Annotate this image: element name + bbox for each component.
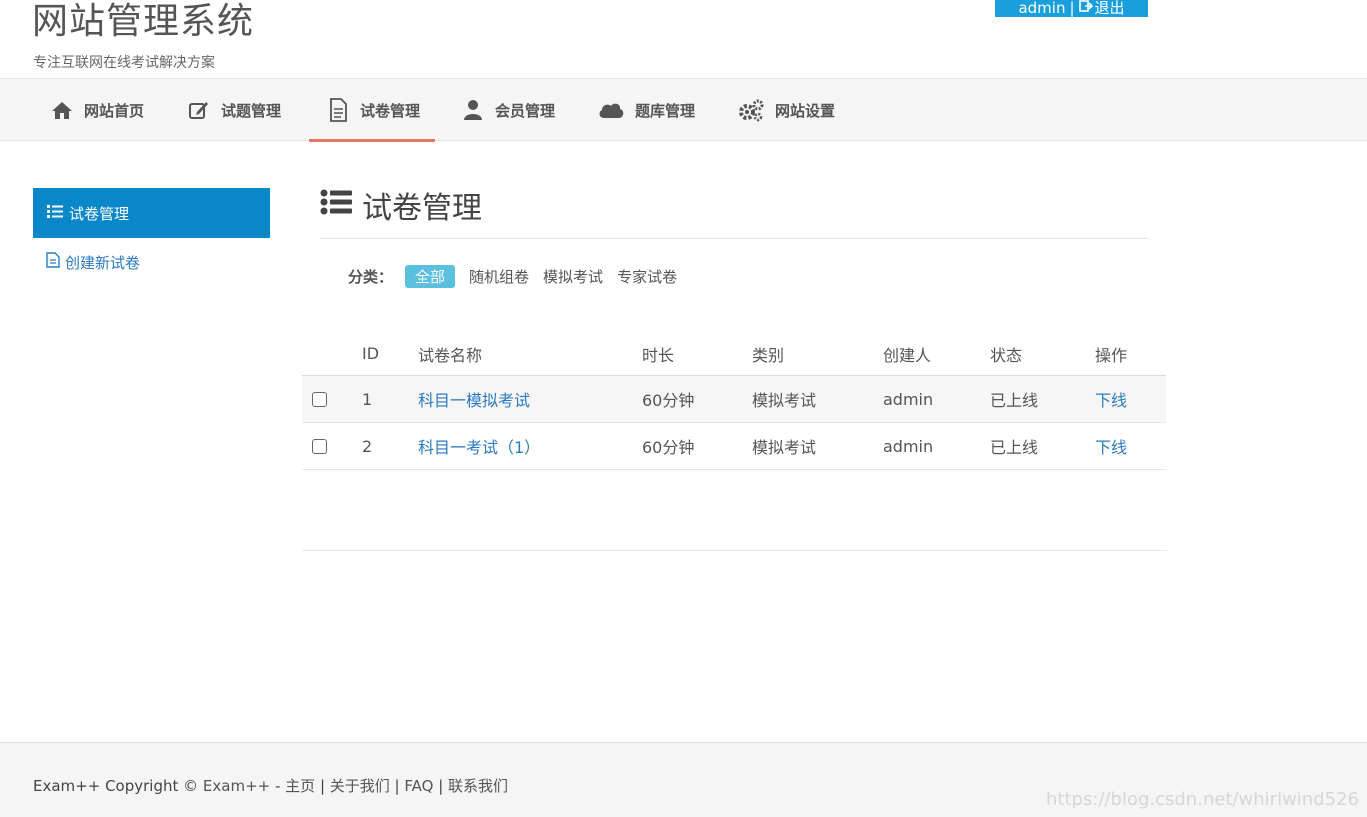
- cell-id: 2: [362, 436, 373, 456]
- sidebar-item-papers[interactable]: 试卷管理: [33, 188, 270, 238]
- paper-name-link[interactable]: 科目一模拟考试: [418, 376, 530, 422]
- table-row: 2 科目一考试（1） 60分钟 模拟考试 admin 已上线 下线: [302, 423, 1166, 470]
- main-nav: 网站首页 试题管理 试卷管理 会员管理 题库管理 网站设置: [0, 78, 1367, 142]
- user-separator: |: [1069, 0, 1075, 17]
- file-icon: [46, 252, 60, 272]
- column-header-duration: 时长: [642, 345, 675, 365]
- cell-id: 1: [362, 389, 373, 409]
- column-header-action: 操作: [1095, 345, 1128, 365]
- nav-label: 会员管理: [495, 101, 556, 120]
- copyright-text: Exam++ Copyright ©: [33, 777, 203, 795]
- footer: Exam++ Copyright © Exam++ - 主页 | 关于我们 | …: [0, 742, 1367, 817]
- user-icon: [461, 98, 485, 122]
- footer-text: Exam++ Copyright © Exam++ - 主页 | 关于我们 | …: [33, 775, 508, 796]
- footer-brand-link[interactable]: Exam++: [203, 777, 270, 795]
- site-subtitle: 专注互联网在线考试解决方案: [33, 55, 215, 71]
- home-icon: [50, 98, 74, 122]
- cell-duration: 60分钟: [642, 438, 695, 457]
- column-header-creator: 创建人: [883, 345, 932, 365]
- nav-item-papers[interactable]: 试卷管理: [308, 79, 436, 142]
- cell-category: 模拟考试: [752, 391, 817, 410]
- username-link[interactable]: admin: [1018, 1, 1065, 16]
- paper-name-link[interactable]: 科目一考试（1）: [418, 423, 540, 469]
- nav-label: 题库管理: [635, 101, 696, 120]
- column-header-name: 试卷名称: [418, 345, 483, 365]
- site-title: 网站管理系统: [32, 1, 255, 42]
- footer-divider: |: [433, 777, 449, 795]
- cloud-icon: [597, 98, 625, 122]
- nav-item-home[interactable]: 网站首页: [50, 79, 144, 141]
- row-checkbox-cell: [312, 376, 327, 422]
- nav-label: 试卷管理: [360, 101, 421, 120]
- cell-creator: admin: [883, 436, 934, 456]
- footer-divider: |: [315, 777, 330, 795]
- nav-item-members[interactable]: 会员管理: [461, 79, 555, 141]
- row-checkbox-cell: [312, 423, 327, 469]
- filter-option-expert[interactable]: 专家试卷: [617, 266, 677, 287]
- header: 网站管理系统 专注互联网在线考试解决方案 admin | 退出: [0, 0, 1367, 78]
- column-header-category: 类别: [752, 345, 785, 365]
- sidebar-item-create-paper[interactable]: 创建新试卷: [46, 250, 140, 274]
- edit-icon: [187, 98, 211, 122]
- nav-item-questions[interactable]: 试题管理: [187, 79, 281, 141]
- papers-table: ID 试卷名称 时长 类别 创建人 状态 操作 1 科目一模拟考试 60分钟 模…: [302, 332, 1166, 470]
- list-icon: [47, 204, 63, 222]
- table-row: 1 科目一模拟考试 60分钟 模拟考试 admin 已上线 下线: [302, 376, 1166, 423]
- nav-label: 网站设置: [775, 101, 836, 120]
- logout-button[interactable]: 退出: [1095, 1, 1125, 16]
- divider: [302, 550, 1166, 551]
- footer-link-home[interactable]: 主页: [285, 777, 315, 795]
- column-header-status: 状态: [990, 345, 1023, 365]
- user-box: admin | 退出: [995, 0, 1148, 17]
- page-title: 试卷管理: [320, 182, 482, 228]
- footer-link-faq[interactable]: FAQ: [404, 777, 433, 795]
- row-checkbox[interactable]: [312, 438, 327, 454]
- filter-label: 分类：: [348, 267, 394, 286]
- table-header: ID 试卷名称 时长 类别 创建人 状态 操作: [302, 332, 1166, 376]
- sidebar-item-label: 试卷管理: [69, 204, 130, 223]
- column-header-id: ID: [362, 344, 380, 363]
- cell-status: 已上线: [990, 391, 1039, 410]
- footer-dash: -: [270, 777, 286, 795]
- cell-status: 已上线: [990, 438, 1039, 457]
- cell-category: 模拟考试: [752, 438, 817, 457]
- list-icon: [320, 188, 352, 223]
- offline-link[interactable]: 下线: [1095, 376, 1127, 422]
- nav-item-question-bank[interactable]: 题库管理: [597, 79, 695, 141]
- nav-label: 网站首页: [84, 101, 145, 120]
- cell-duration: 60分钟: [642, 391, 695, 410]
- nav-item-settings[interactable]: 网站设置: [737, 79, 835, 141]
- offline-link[interactable]: 下线: [1095, 423, 1127, 469]
- filter-option-random[interactable]: 随机组卷: [469, 266, 529, 287]
- page-title-text: 试卷管理: [362, 191, 482, 226]
- row-checkbox[interactable]: [312, 391, 327, 407]
- nav-label: 试题管理: [221, 101, 282, 120]
- filter-option-mock[interactable]: 模拟考试: [543, 266, 603, 287]
- cell-creator: admin: [883, 389, 934, 409]
- logout-icon[interactable]: [1078, 0, 1093, 16]
- category-filter: 分类： 全部 随机组卷 模拟考试 专家试卷: [348, 263, 677, 289]
- sidebar-item-label: 创建新试卷: [65, 253, 141, 272]
- document-icon: [326, 98, 350, 122]
- footer-link-contact[interactable]: 联系我们: [448, 777, 508, 795]
- filter-option-all[interactable]: 全部: [405, 264, 456, 288]
- footer-divider: |: [389, 777, 405, 795]
- gears-icon: [737, 98, 765, 122]
- watermark-text: https://blog.csdn.net/whirlwind526: [1046, 789, 1359, 810]
- footer-link-about[interactable]: 关于我们: [330, 777, 390, 795]
- divider: [320, 238, 1148, 239]
